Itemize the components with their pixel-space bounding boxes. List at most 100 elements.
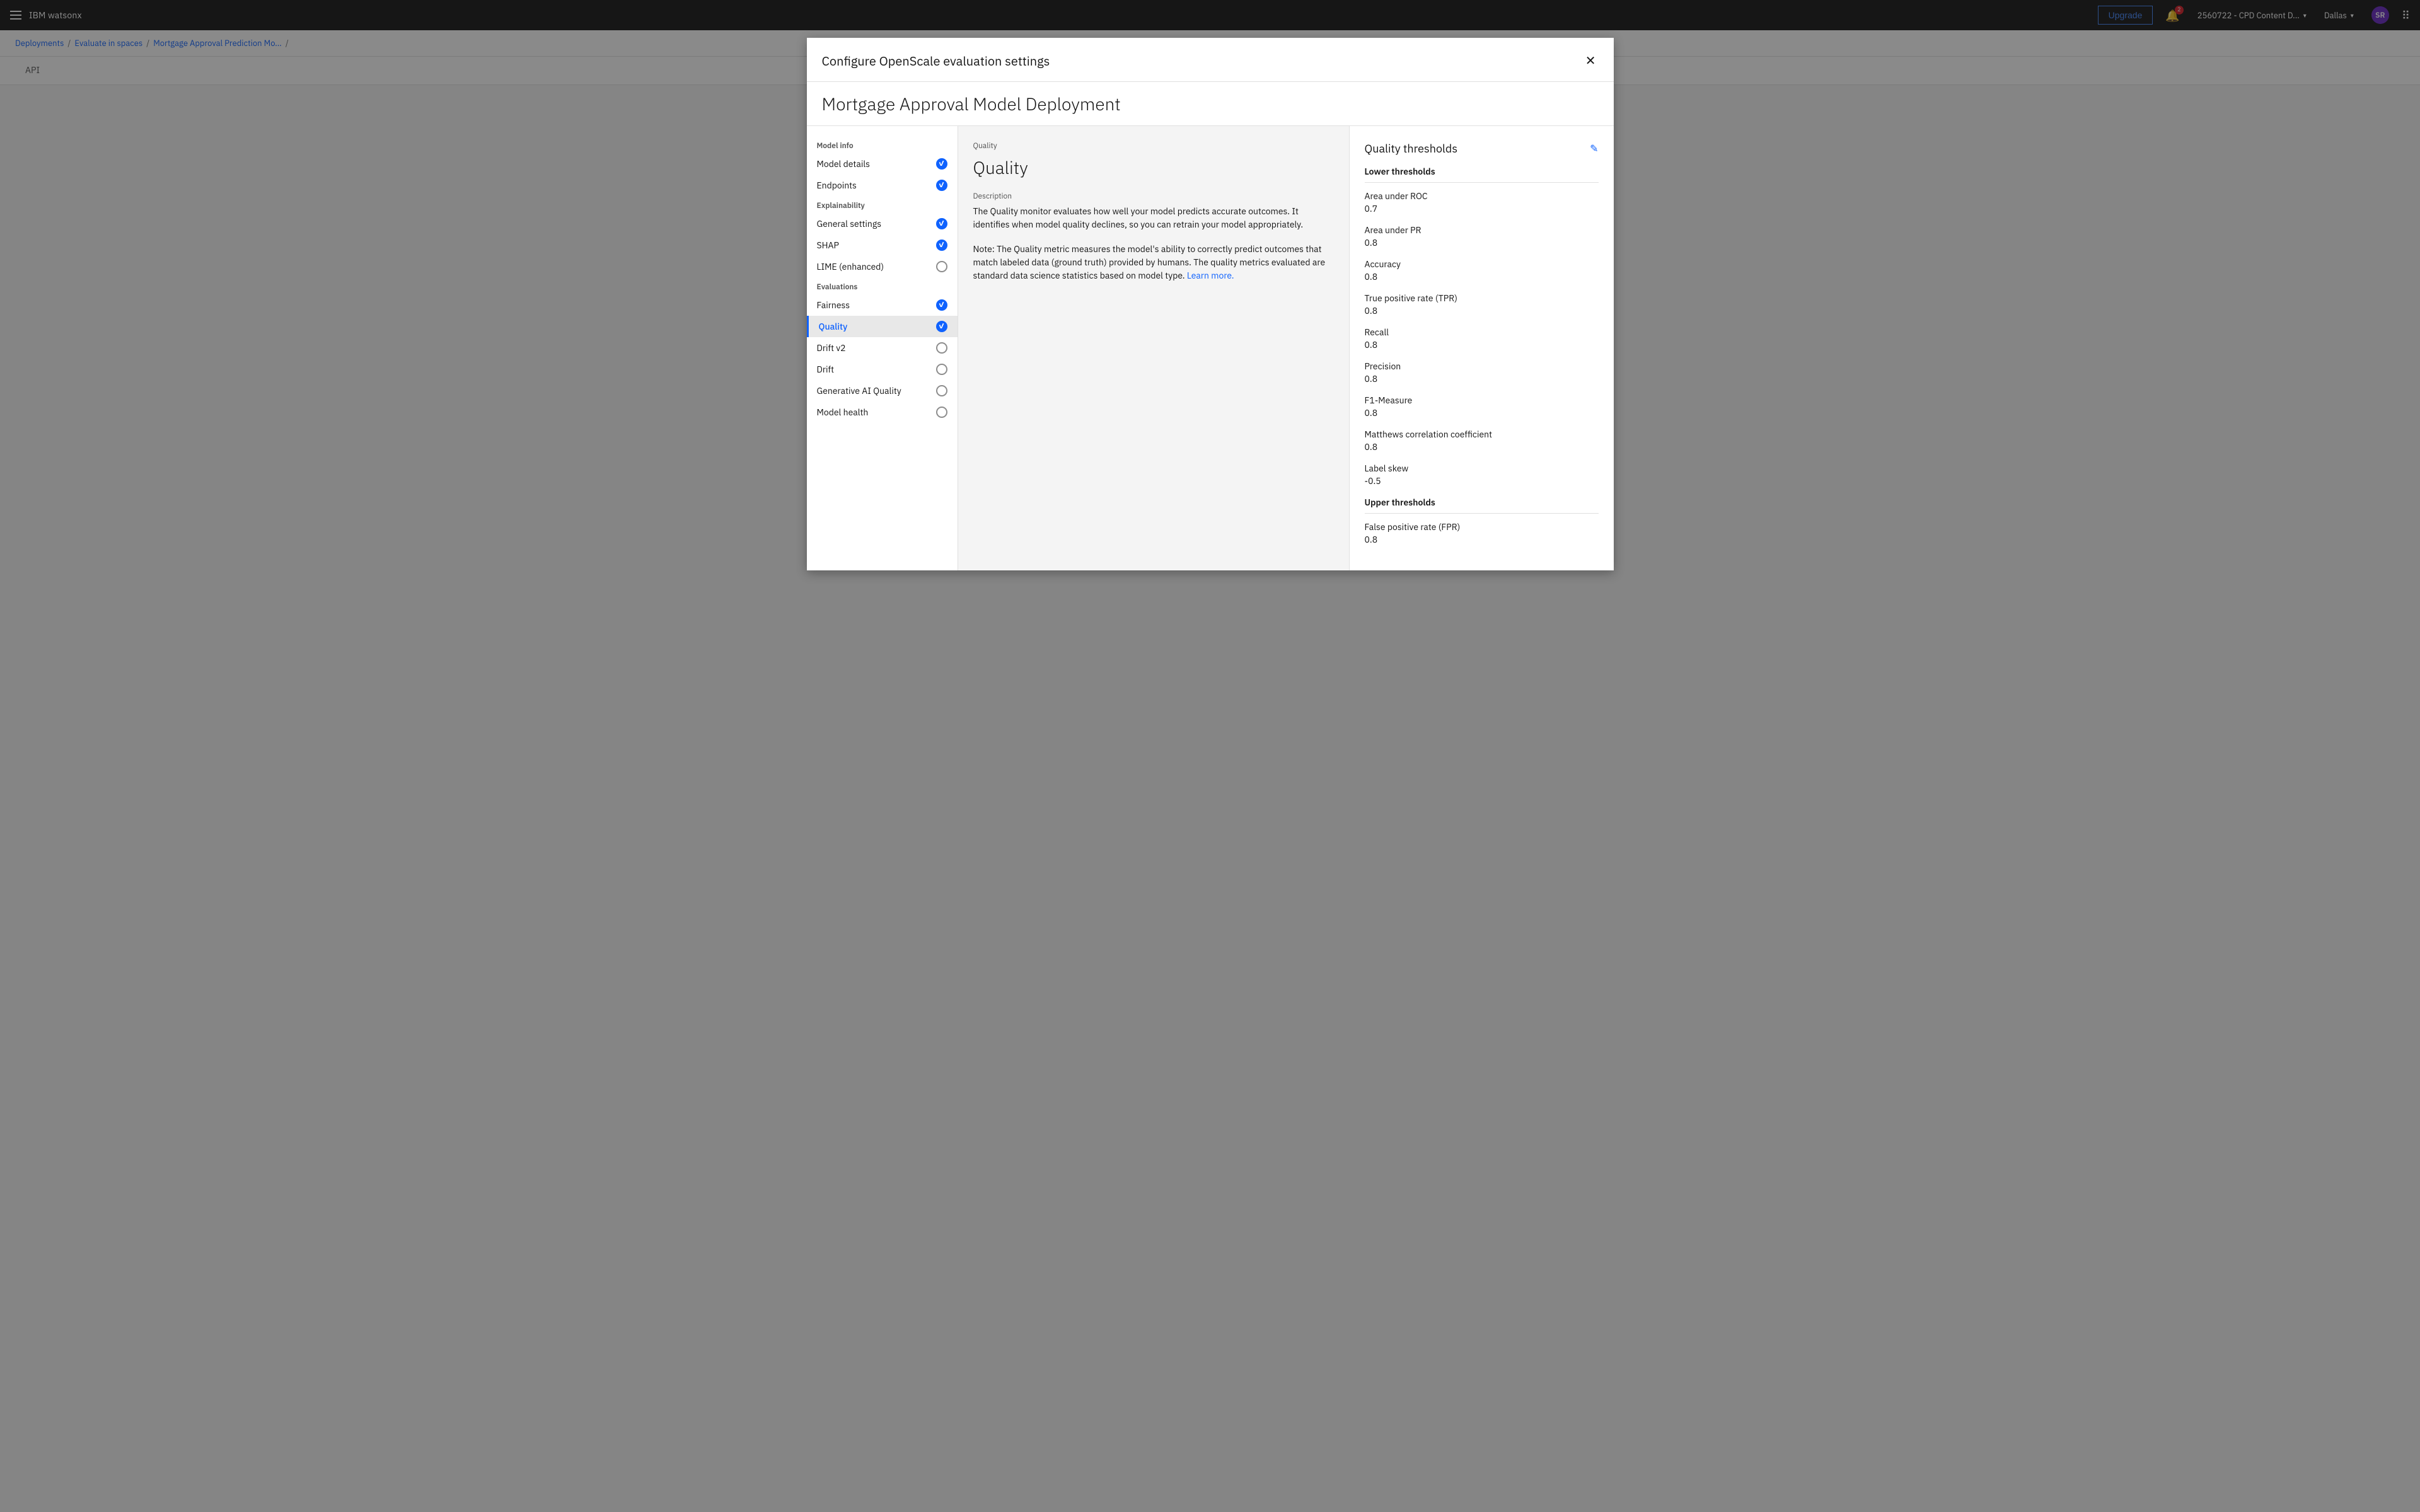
modal-overlay: Configure OpenScale evaluation settings … bbox=[0, 0, 2420, 1512]
threshold-value: 0.8 bbox=[1365, 441, 1599, 453]
sidebar-item-lime-(enhanced)[interactable]: LIME (enhanced) bbox=[807, 256, 958, 277]
sidebar-item-left: Model health bbox=[817, 407, 869, 418]
thresholds-header: Quality thresholds ✎ bbox=[1365, 141, 1599, 156]
threshold-value: 0.8 bbox=[1365, 534, 1599, 545]
sidebar-item-label: Model details bbox=[817, 158, 870, 170]
check-filled-icon bbox=[936, 239, 947, 251]
threshold-item: True positive rate (TPR) 0.8 bbox=[1365, 292, 1599, 316]
edit-icon[interactable]: ✎ bbox=[1590, 142, 1598, 155]
sidebar-item-left: Generative AI Quality bbox=[817, 385, 901, 396]
sidebar-item-general-settings[interactable]: General settings bbox=[807, 213, 958, 234]
check-empty-icon bbox=[936, 364, 947, 375]
threshold-value: 0.8 bbox=[1365, 237, 1599, 248]
sidebar-item-label: Model health bbox=[817, 407, 869, 418]
check-filled-icon bbox=[936, 158, 947, 170]
sidebar-item-generative-ai-quality[interactable]: Generative AI Quality bbox=[807, 380, 958, 401]
threshold-item: Precision 0.8 bbox=[1365, 361, 1599, 384]
description-label: Description bbox=[973, 192, 1334, 201]
thresholds-panel: Quality thresholds ✎ Lower thresholds Ar… bbox=[1349, 126, 1614, 570]
description-p1: The Quality monitor evaluates how well y… bbox=[973, 205, 1334, 231]
lower-thresholds-label: Lower thresholds bbox=[1365, 166, 1599, 183]
modal-close-button[interactable]: ✕ bbox=[1583, 50, 1599, 71]
sidebar-item-shap[interactable]: SHAP bbox=[807, 234, 958, 256]
sidebar-item-left: LIME (enhanced) bbox=[817, 261, 884, 272]
sidebar-item-label: General settings bbox=[817, 218, 882, 229]
sidebar-item-left: Endpoints bbox=[817, 180, 857, 191]
check-filled-icon bbox=[936, 180, 947, 191]
sidebar-item-label: Drift bbox=[817, 364, 834, 375]
threshold-item: Area under PR 0.8 bbox=[1365, 224, 1599, 248]
sidebar-item-drift-v2[interactable]: Drift v2 bbox=[807, 337, 958, 359]
sidebar-item-left: Quality bbox=[819, 321, 848, 332]
threshold-item: F1-Measure 0.8 bbox=[1365, 395, 1599, 418]
threshold-name: F1-Measure bbox=[1365, 395, 1599, 406]
threshold-item: Accuracy 0.8 bbox=[1365, 258, 1599, 282]
modal-configure: Configure OpenScale evaluation settings … bbox=[807, 38, 1614, 570]
threshold-name: True positive rate (TPR) bbox=[1365, 292, 1599, 304]
sidebar-item-label: Generative AI Quality bbox=[817, 385, 901, 396]
threshold-value: 0.8 bbox=[1365, 271, 1599, 282]
threshold-value: 0.7 bbox=[1365, 203, 1599, 214]
upper-thresholds-label: Upper thresholds bbox=[1365, 497, 1599, 514]
upper-thresholds-list: False positive rate (FPR) 0.8 bbox=[1365, 521, 1599, 545]
threshold-name: Label skew bbox=[1365, 463, 1599, 474]
sidebar-item-label: SHAP bbox=[817, 239, 840, 251]
sidebar-item-left: Fairness bbox=[817, 299, 850, 311]
threshold-name: False positive rate (FPR) bbox=[1365, 521, 1599, 533]
sidebar-item-model-details[interactable]: Model details bbox=[807, 153, 958, 175]
check-empty-icon bbox=[936, 407, 947, 418]
threshold-value: 0.8 bbox=[1365, 373, 1599, 384]
threshold-value: 0.8 bbox=[1365, 339, 1599, 350]
sidebar-section-label: Explainability bbox=[807, 196, 958, 213]
sidebar-item-label: Endpoints bbox=[817, 180, 857, 191]
sidebar-section-label: Evaluations bbox=[807, 277, 958, 294]
sidebar-item-endpoints[interactable]: Endpoints bbox=[807, 175, 958, 196]
modal-body: Model info Model details Endpoints Explaina… bbox=[807, 126, 1614, 570]
check-empty-icon bbox=[936, 261, 947, 272]
check-empty-icon bbox=[936, 342, 947, 354]
threshold-name: Accuracy bbox=[1365, 258, 1599, 270]
lower-thresholds-list: Area under ROC 0.7 Area under PR 0.8 Acc… bbox=[1365, 190, 1599, 487]
description-section: Description The Quality monitor evaluate… bbox=[973, 192, 1334, 282]
content-main: Quality Quality Description The Quality … bbox=[958, 126, 1349, 570]
modal-title: Configure OpenScale evaluation settings bbox=[822, 52, 1050, 69]
sidebar-item-label: Quality bbox=[819, 321, 848, 332]
sidebar-item-left: Drift bbox=[817, 364, 834, 375]
modal-content-area: Quality Quality Description The Quality … bbox=[958, 126, 1614, 570]
threshold-name: Area under PR bbox=[1365, 224, 1599, 236]
modal-header: Configure OpenScale evaluation settings … bbox=[807, 38, 1614, 82]
sidebar-item-drift[interactable]: Drift bbox=[807, 359, 958, 380]
check-filled-icon bbox=[936, 299, 947, 311]
sidebar-item-left: Model details bbox=[817, 158, 870, 170]
threshold-item: Matthews correlation coefficient 0.8 bbox=[1365, 429, 1599, 453]
sidebar-item-label: Fairness bbox=[817, 299, 850, 311]
sidebar-item-left: Drift v2 bbox=[817, 342, 846, 354]
sidebar-item-model-health[interactable]: Model health bbox=[807, 401, 958, 423]
threshold-value: 0.8 bbox=[1365, 407, 1599, 418]
content-heading: Quality bbox=[973, 156, 1334, 179]
sidebar-item-left: SHAP bbox=[817, 239, 840, 251]
sidebar-item-label: Drift v2 bbox=[817, 342, 846, 354]
threshold-name: Area under ROC bbox=[1365, 190, 1599, 202]
sidebar-section-label: Model info bbox=[807, 136, 958, 153]
threshold-name: Matthews correlation coefficient bbox=[1365, 429, 1599, 440]
threshold-item: Recall 0.8 bbox=[1365, 326, 1599, 350]
thresholds-title: Quality thresholds bbox=[1365, 141, 1458, 156]
threshold-item: Label skew -0.5 bbox=[1365, 463, 1599, 487]
description-p2: Note: The Quality metric measures the mo… bbox=[973, 243, 1334, 282]
sidebar-item-left: General settings bbox=[817, 218, 882, 229]
modal-subtitle-bar: Mortgage Approval Model Deployment bbox=[807, 82, 1614, 126]
threshold-value: 0.8 bbox=[1365, 305, 1599, 316]
check-filled-icon bbox=[936, 321, 947, 332]
threshold-name: Precision bbox=[1365, 361, 1599, 372]
sidebar-item-fairness[interactable]: Fairness bbox=[807, 294, 958, 316]
check-filled-icon bbox=[936, 218, 947, 229]
modal-subtitle: Mortgage Approval Model Deployment bbox=[822, 92, 1599, 115]
sidebar-item-quality[interactable]: Quality bbox=[807, 316, 958, 337]
modal-sidebar: Model info Model details Endpoints Explaina… bbox=[807, 126, 958, 570]
sidebar-item-label: LIME (enhanced) bbox=[817, 261, 884, 272]
threshold-item: False positive rate (FPR) 0.8 bbox=[1365, 521, 1599, 545]
learn-more-link[interactable]: Learn more. bbox=[1187, 270, 1234, 281]
threshold-item: Area under ROC 0.7 bbox=[1365, 190, 1599, 214]
content-breadcrumb: Quality bbox=[973, 141, 1334, 151]
